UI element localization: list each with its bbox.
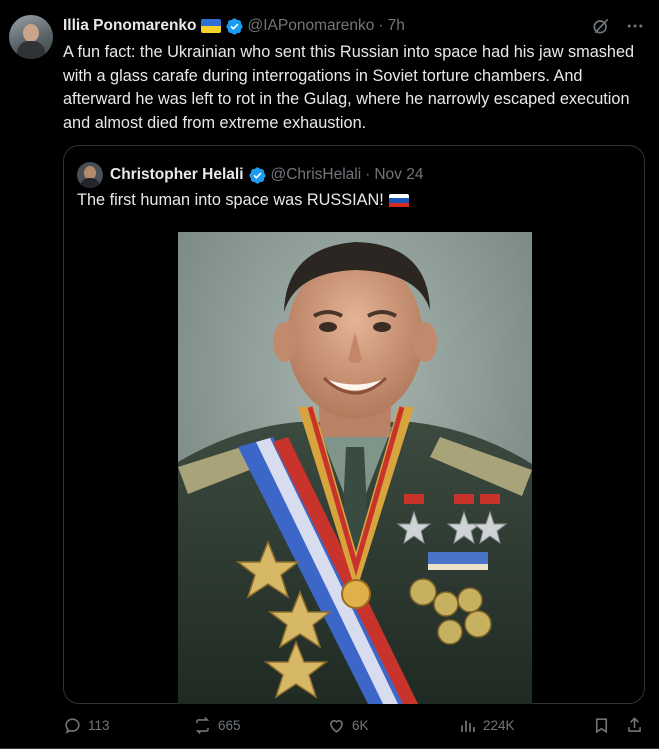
quoted-photo[interactable] bbox=[178, 232, 532, 704]
like-button[interactable]: 6K bbox=[327, 716, 369, 735]
quoted-author-name[interactable]: Christopher Helali bbox=[110, 166, 244, 184]
quoted-date[interactable]: Nov 24 bbox=[374, 166, 423, 184]
like-count: 6K bbox=[352, 718, 369, 733]
grok-icon[interactable] bbox=[591, 16, 611, 36]
repost-button[interactable]: 665 bbox=[193, 716, 241, 735]
views-icon bbox=[461, 720, 475, 732]
quoted-text-row: The first human into space was RUSSIAN! bbox=[77, 191, 409, 210]
verified-badge-icon bbox=[248, 166, 266, 184]
bookmark-icon bbox=[595, 718, 608, 734]
tweet-header: Illia Ponomarenko @IAPonomarenko · 7h bbox=[63, 15, 405, 37]
quoted-separator: · bbox=[365, 166, 371, 183]
reply-count: 113 bbox=[88, 718, 110, 733]
repost-icon bbox=[195, 717, 210, 734]
share-button[interactable] bbox=[625, 716, 644, 735]
reply-button[interactable]: 113 bbox=[63, 716, 110, 735]
avatar[interactable] bbox=[9, 15, 53, 59]
tweet[interactable]: Illia Ponomarenko @IAPonomarenko · 7h A … bbox=[0, 0, 659, 749]
tweet-time[interactable]: 7h bbox=[388, 17, 405, 35]
author-name[interactable]: Illia Ponomarenko bbox=[63, 17, 197, 35]
quoted-tweet[interactable]: Christopher Helali @ChrisHelali · Nov 24… bbox=[63, 145, 645, 704]
quoted-tweet-text: The first human into space was RUSSIAN! bbox=[77, 191, 384, 209]
bookmark-button[interactable] bbox=[592, 716, 611, 735]
quoted-author-handle[interactable]: @ChrisHelali bbox=[271, 166, 362, 184]
tweet-actions: 113 665 6K 224K bbox=[63, 716, 649, 742]
more-icon[interactable] bbox=[625, 16, 645, 36]
views-button[interactable]: 224K bbox=[458, 716, 515, 735]
header-separator: · bbox=[378, 17, 384, 34]
heart-icon bbox=[330, 720, 343, 733]
author-handle[interactable]: @IAPonomarenko bbox=[248, 17, 375, 35]
portrait-illustration bbox=[178, 232, 532, 704]
share-icon bbox=[628, 717, 641, 732]
russia-flag-icon bbox=[388, 193, 409, 208]
reply-icon bbox=[65, 718, 80, 734]
quoted-tweet-header: Christopher Helali @ChrisHelali · Nov 24 bbox=[77, 162, 423, 188]
quoted-avatar[interactable] bbox=[77, 162, 103, 188]
views-count: 224K bbox=[483, 718, 515, 733]
tweet-text: A fun fact: the Ukrainian who sent this … bbox=[63, 43, 635, 132]
repost-count: 665 bbox=[218, 718, 241, 733]
ukraine-flag-icon bbox=[200, 19, 221, 33]
verified-badge-icon bbox=[225, 17, 243, 35]
